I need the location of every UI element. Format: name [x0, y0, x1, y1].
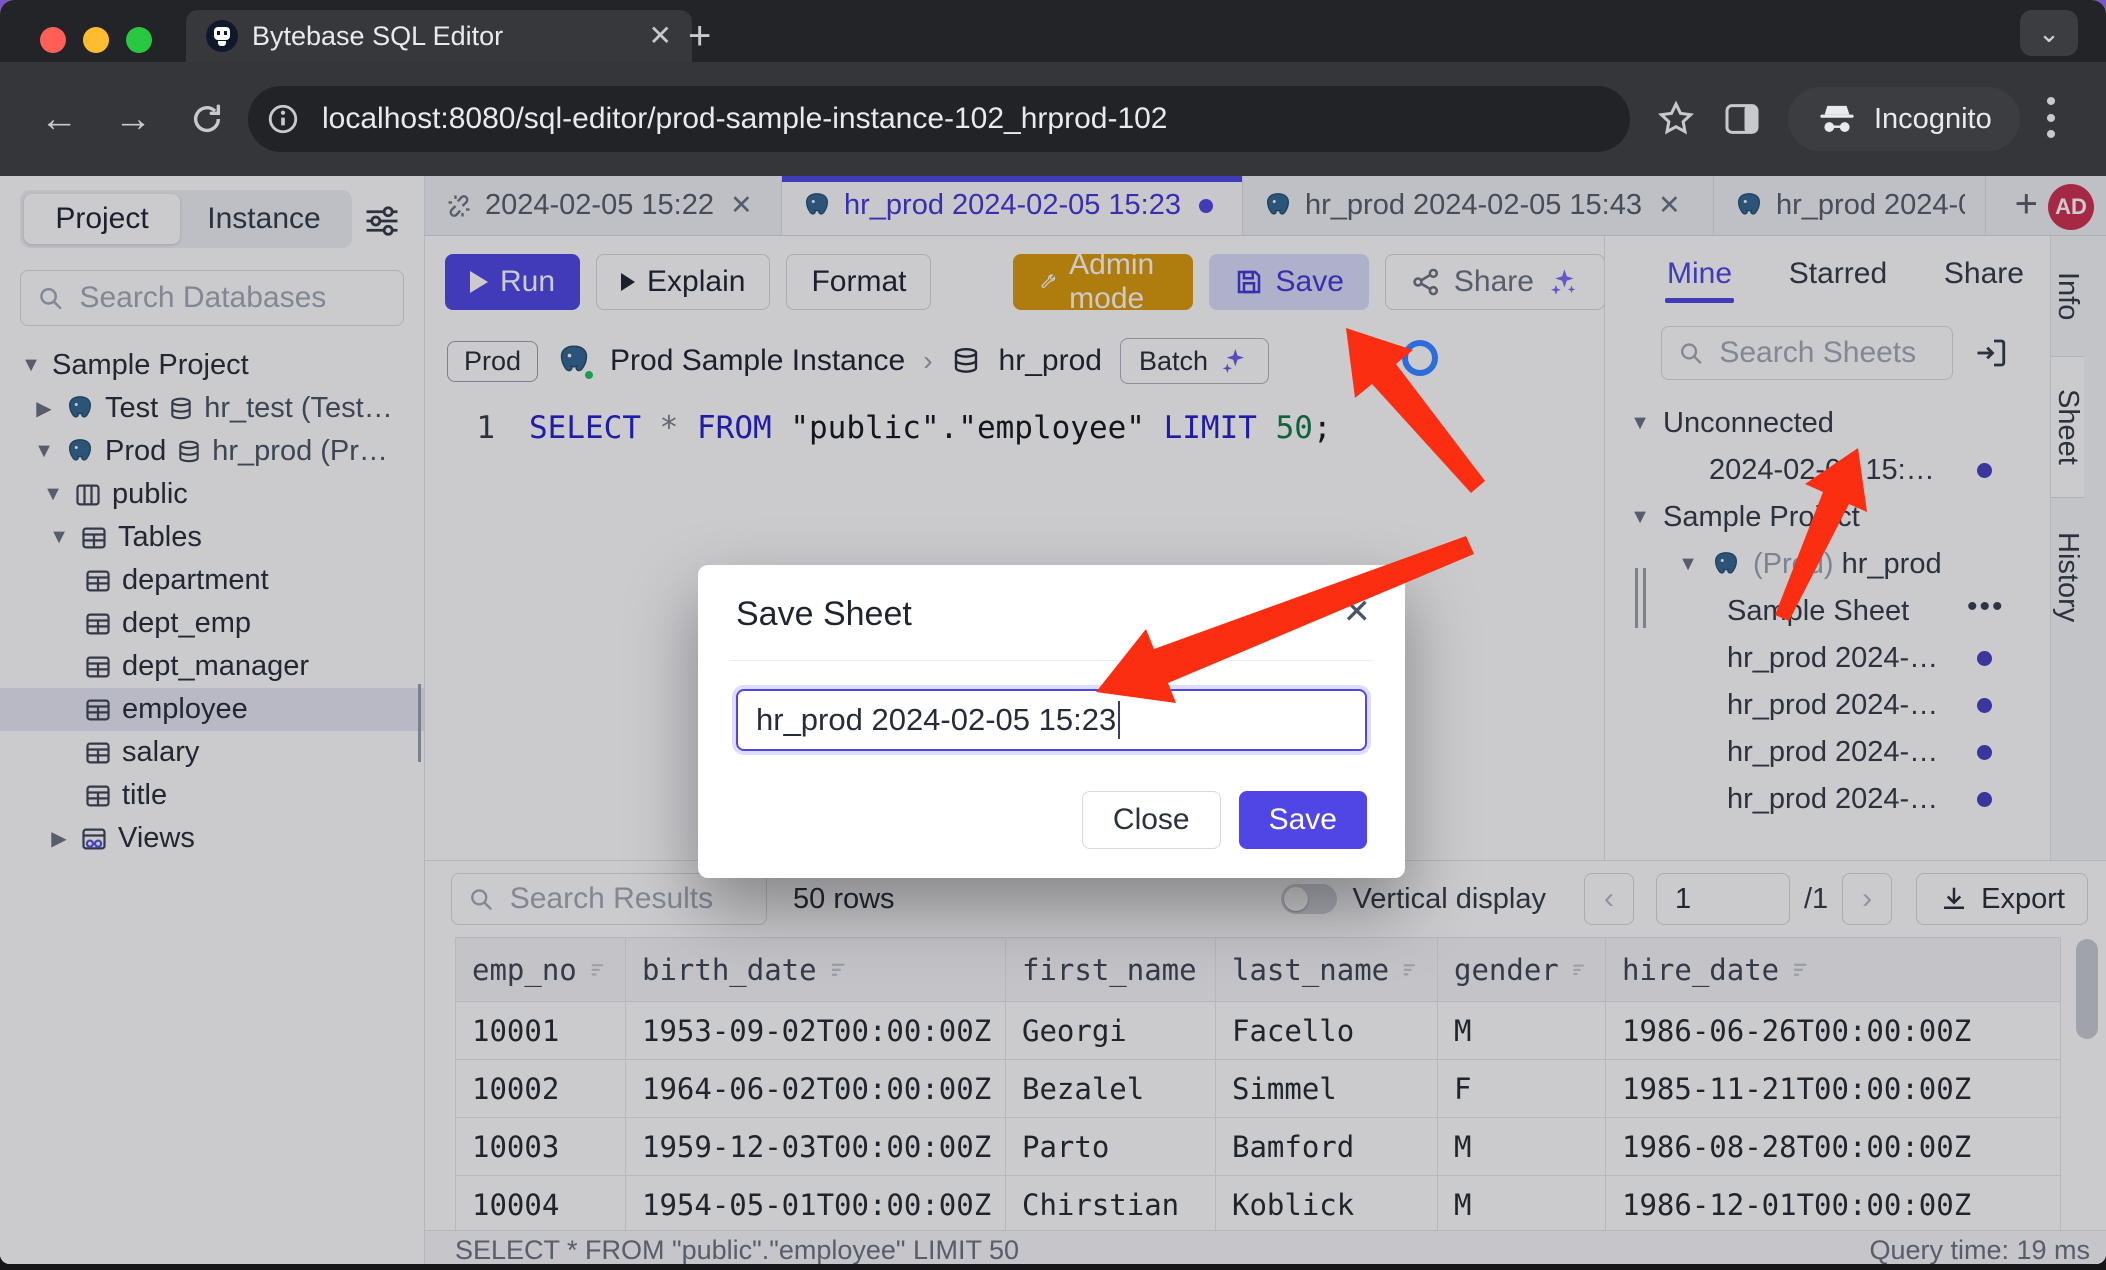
browser-window: Bytebase SQL Editor ✕ + ⌄ ← → localhost:… — [0, 0, 2106, 1264]
bytebase-app: Project Instance ▼Sample Project▶Testhr_… — [0, 176, 2106, 1264]
incognito-badge: Incognito — [1788, 87, 2020, 151]
incognito-icon — [1816, 98, 1858, 140]
close-window-button[interactable] — [40, 27, 66, 53]
incognito-label: Incognito — [1874, 103, 1992, 136]
text-caret — [1118, 701, 1120, 739]
dialog-title: Save Sheet — [736, 595, 1367, 634]
zoom-window-button[interactable] — [126, 27, 152, 53]
dialog-close-icon[interactable]: ✕ — [1343, 595, 1372, 629]
browser-tab[interactable]: Bytebase SQL Editor ✕ — [186, 10, 692, 62]
dialog-close-button[interactable]: Close — [1082, 791, 1221, 849]
save-sheet-dialog: Save Sheet ✕ hr_prod 2024-02-05 15:23 Cl… — [698, 565, 1405, 878]
dialog-save-button[interactable]: Save — [1239, 791, 1367, 849]
back-button[interactable]: ← — [26, 86, 92, 152]
side-panel-icon[interactable] — [1722, 99, 1762, 139]
browser-toolbar: ← → localhost:8080/sql-editor/prod-sampl… — [0, 62, 2106, 176]
sheet-name-input[interactable]: hr_prod 2024-02-05 15:23 — [736, 689, 1367, 751]
reload-button[interactable] — [174, 86, 240, 152]
new-tab-button[interactable]: + — [688, 14, 711, 59]
forward-button[interactable]: → — [100, 86, 166, 152]
url-text: localhost:8080/sql-editor/prod-sample-in… — [322, 102, 1168, 136]
browser-tabstrip: Bytebase SQL Editor ✕ + ⌄ — [0, 0, 2106, 62]
bookmark-star-icon[interactable] — [1656, 99, 1696, 139]
tab-close-icon[interactable]: ✕ — [649, 22, 672, 50]
browser-tab-title: Bytebase SQL Editor — [252, 21, 635, 52]
tab-search-button[interactable]: ⌄ — [2020, 10, 2078, 56]
reload-icon — [190, 102, 224, 136]
site-info-icon[interactable] — [260, 96, 306, 142]
address-bar[interactable]: localhost:8080/sql-editor/prod-sample-in… — [248, 86, 1630, 152]
minimize-window-button[interactable] — [83, 27, 109, 53]
bytebase-favicon-icon — [206, 20, 238, 52]
browser-menu-button[interactable]: ••• — [2046, 94, 2057, 144]
window-controls — [40, 27, 152, 53]
